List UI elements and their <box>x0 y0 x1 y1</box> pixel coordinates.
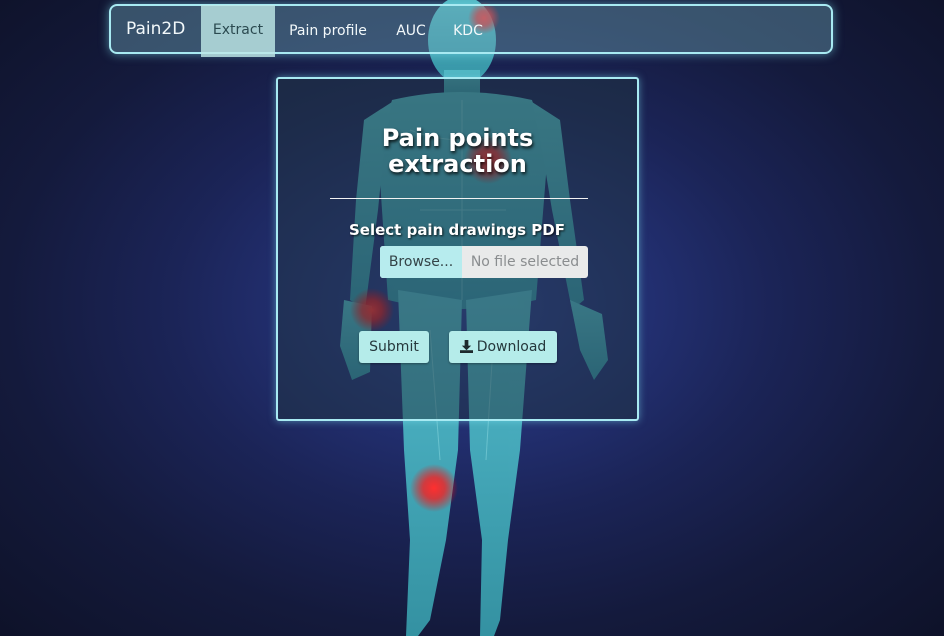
download-icon <box>459 340 473 353</box>
title-line-1: Pain points <box>381 124 534 152</box>
download-label: Download <box>476 339 547 355</box>
submit-button[interactable]: Submit <box>359 331 429 363</box>
top-navbar: Pain2D Extract Pain profile AUC KDC <box>109 4 833 57</box>
file-status-text: No file selected <box>470 254 580 270</box>
page-title: Pain points extraction <box>278 125 637 177</box>
file-input-label: Select pain drawings PDF <box>349 221 565 239</box>
extraction-card: Pain points extraction Select pain drawi… <box>276 77 639 421</box>
nav-item-kdc[interactable]: KDC <box>443 6 493 56</box>
download-button[interactable]: Download <box>449 331 557 363</box>
pain-point-knee <box>410 464 458 512</box>
browse-button[interactable]: Browse... <box>380 246 462 278</box>
title-line-2: extraction <box>388 150 527 178</box>
nav-item-pain-profile[interactable]: Pain profile <box>281 6 375 56</box>
pdf-file-input[interactable]: Browse... No file selected <box>380 246 588 278</box>
nav-item-auc[interactable]: AUC <box>383 6 439 56</box>
nav-item-extract[interactable]: Extract <box>201 5 275 57</box>
brand-logo[interactable]: Pain2D <box>126 6 185 52</box>
title-divider <box>330 198 588 199</box>
